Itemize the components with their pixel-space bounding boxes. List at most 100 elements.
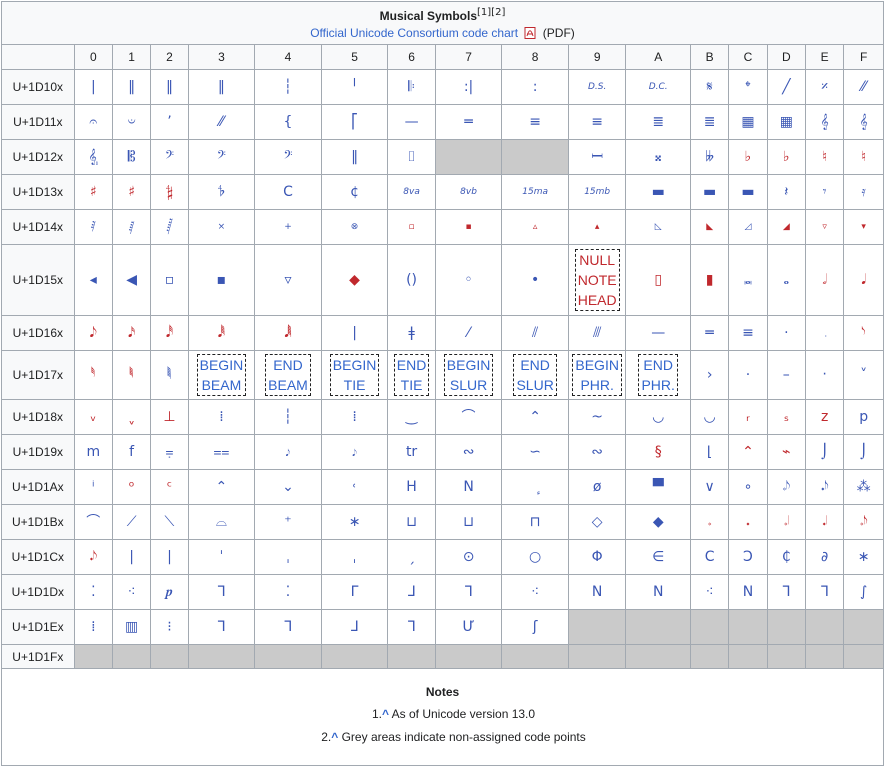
symbol-cell[interactable]: ═ [689, 315, 730, 351]
symbol-cell[interactable]: 𝄩 [567, 139, 627, 175]
symbol-cell[interactable]: ⁂ [843, 469, 884, 505]
symbol-cell[interactable]: ∾ [567, 434, 627, 470]
symbol-cell[interactable]: 𝄢 [187, 139, 256, 175]
symbol-cell[interactable]: 𝄢 [150, 139, 189, 175]
symbol-cell[interactable]: ◢ [766, 209, 806, 245]
symbol-cell[interactable]: Ν [728, 574, 768, 610]
symbol-cell[interactable]: ᒣ [434, 574, 503, 610]
symbol-cell[interactable]: ‿ [387, 399, 436, 435]
symbol-cell[interactable]: ◦ [434, 244, 503, 316]
symbol-cell[interactable]: 𝄠 [73, 139, 113, 175]
symbol-cell[interactable]: ⁞ [73, 609, 113, 645]
symbol-cell[interactable]: ⎡ [320, 104, 389, 140]
symbol-cell[interactable]: ⌡ [804, 434, 845, 470]
symbol-cell[interactable]: ⁚ [73, 574, 113, 610]
symbol-cell[interactable]: 𝄋 [689, 69, 730, 105]
symbol-cell[interactable]: ♮ [804, 139, 845, 175]
symbol-cell[interactable]: ▿ [254, 244, 322, 316]
symbol-cell[interactable]: ▿ [804, 209, 845, 245]
control-char-cell[interactable]: END TIE [387, 350, 436, 400]
symbol-cell[interactable]: ♯ [111, 174, 152, 210]
symbol-cell[interactable]: D.C. [625, 69, 691, 105]
symbol-cell[interactable]: ▴ [567, 209, 627, 245]
symbol-cell[interactable]: ˈ [187, 539, 256, 575]
symbol-cell[interactable]: ⁞ [320, 399, 389, 435]
symbol-cell[interactable]: 𝆺𝅥𝅮 [804, 469, 845, 505]
symbol-cell[interactable]: ⟋ [111, 504, 152, 540]
symbol-cell[interactable]: ◡ [689, 399, 730, 435]
symbol-cell[interactable]: ▬ [689, 174, 730, 210]
symbol-cell[interactable]: 𝅂 [150, 209, 189, 245]
symbol-cell[interactable]: ⊥ [150, 399, 189, 435]
symbol-cell[interactable]: f [111, 434, 152, 470]
pdf-icon[interactable] [523, 26, 537, 39]
symbol-cell[interactable]: 𝅜 [728, 244, 768, 316]
symbol-cell[interactable]: ᒣ [187, 609, 256, 645]
symbol-cell[interactable]: 𝅘𝅥𝅯 [111, 315, 152, 351]
symbol-cell[interactable]: 𝄲 [150, 174, 189, 210]
symbol-cell[interactable]: › [689, 350, 730, 400]
symbol-cell[interactable]: · [728, 350, 768, 400]
control-char-cell[interactable]: END BEAM [254, 350, 322, 400]
symbol-cell[interactable]: 𝄌 [728, 69, 768, 105]
symbol-cell[interactable]: ∂ [804, 539, 845, 575]
symbol-cell[interactable]: × [187, 209, 256, 245]
symbol-cell[interactable]: ▮ [689, 244, 730, 316]
symbol-cell[interactable]: ˅ [843, 350, 884, 400]
symbol-cell[interactable]: C [689, 539, 730, 575]
symbol-cell[interactable]: ◣ [689, 209, 730, 245]
symbol-cell[interactable]: 𝅘𝅥𝅲 [254, 315, 322, 351]
symbol-cell[interactable]: ᒧ [320, 609, 389, 645]
symbol-cell[interactable]: 𝅲 [150, 350, 189, 400]
symbol-cell[interactable]: ▀ [625, 469, 691, 505]
symbol-cell[interactable]: ⁖ [111, 574, 152, 610]
symbol-cell[interactable]: 15ma [501, 174, 569, 210]
symbol-cell[interactable]: 𝅰 [73, 350, 113, 400]
symbol-cell[interactable]: ♯ [73, 174, 113, 210]
symbol-cell[interactable]: 𝅘𝅥 [843, 244, 884, 316]
symbol-cell[interactable]: 8vb [434, 174, 503, 210]
symbol-cell[interactable]: C [254, 174, 322, 210]
symbol-cell[interactable]: 𝄢 [254, 139, 322, 175]
control-char-cell[interactable]: END PHR. [625, 350, 691, 400]
symbol-cell[interactable]: ᒣ [766, 574, 806, 610]
symbol-cell[interactable]: ᒥ [320, 574, 389, 610]
symbol-cell[interactable]: ⁄⁄ [843, 69, 884, 105]
symbol-cell[interactable]: ⊔ [434, 504, 503, 540]
symbol-cell[interactable]: ǂ [387, 315, 436, 351]
symbol-cell[interactable]: 𝄑 [111, 104, 152, 140]
symbol-cell[interactable]: ◆ [320, 244, 389, 316]
symbol-cell[interactable]: 𝄪 [625, 139, 691, 175]
symbol-cell[interactable]: | [150, 539, 189, 575]
symbol-cell[interactable]: Ư [434, 609, 503, 645]
symbol-cell[interactable]: ‖ [187, 69, 256, 105]
symbol-cell[interactable]: ▬ [625, 174, 691, 210]
symbol-cell[interactable]: 𝆺 [728, 504, 768, 540]
symbol-cell[interactable]: ▾ [843, 209, 884, 245]
symbol-cell[interactable]: 𝄞 [804, 104, 845, 140]
control-char-cell[interactable]: BEGIN TIE [320, 350, 389, 400]
symbol-cell[interactable]: ᒣ [187, 574, 256, 610]
symbol-cell[interactable]: { [254, 104, 322, 140]
symbol-cell[interactable]: ∗ [843, 539, 884, 575]
symbol-cell[interactable]: 𝅘𝅥𝅱 [187, 315, 256, 351]
symbol-cell[interactable]: ▦ [766, 104, 806, 140]
symbol-cell[interactable]: ◆ [625, 504, 691, 540]
symbol-cell[interactable]: ¢ [320, 174, 389, 210]
symbol-cell[interactable]: ◇ [567, 504, 627, 540]
symbol-cell[interactable]: ⁖ [501, 574, 569, 610]
symbol-cell[interactable]: 𝅀 [73, 209, 113, 245]
symbol-cell[interactable]: ▫ [150, 244, 189, 316]
symbol-cell[interactable]: ⌒ [73, 504, 113, 540]
symbol-cell[interactable]: ⁚ [254, 574, 322, 610]
symbol-cell[interactable]: ▵ [501, 209, 569, 245]
symbol-cell[interactable]: p [843, 399, 884, 435]
symbol-cell[interactable]: 𝆹𝅥𝅮 [843, 504, 884, 540]
symbol-cell[interactable]: ˏ [387, 539, 436, 575]
symbol-cell[interactable]: ⁝ [150, 609, 189, 645]
symbol-cell[interactable]: 𝅘𝅥𝅮 [73, 315, 113, 351]
symbol-cell[interactable]: | [73, 69, 113, 105]
symbol-cell[interactable]: ⌃ [728, 434, 768, 470]
symbol-cell[interactable]: — [387, 104, 436, 140]
symbol-cell[interactable]: • [501, 244, 569, 316]
